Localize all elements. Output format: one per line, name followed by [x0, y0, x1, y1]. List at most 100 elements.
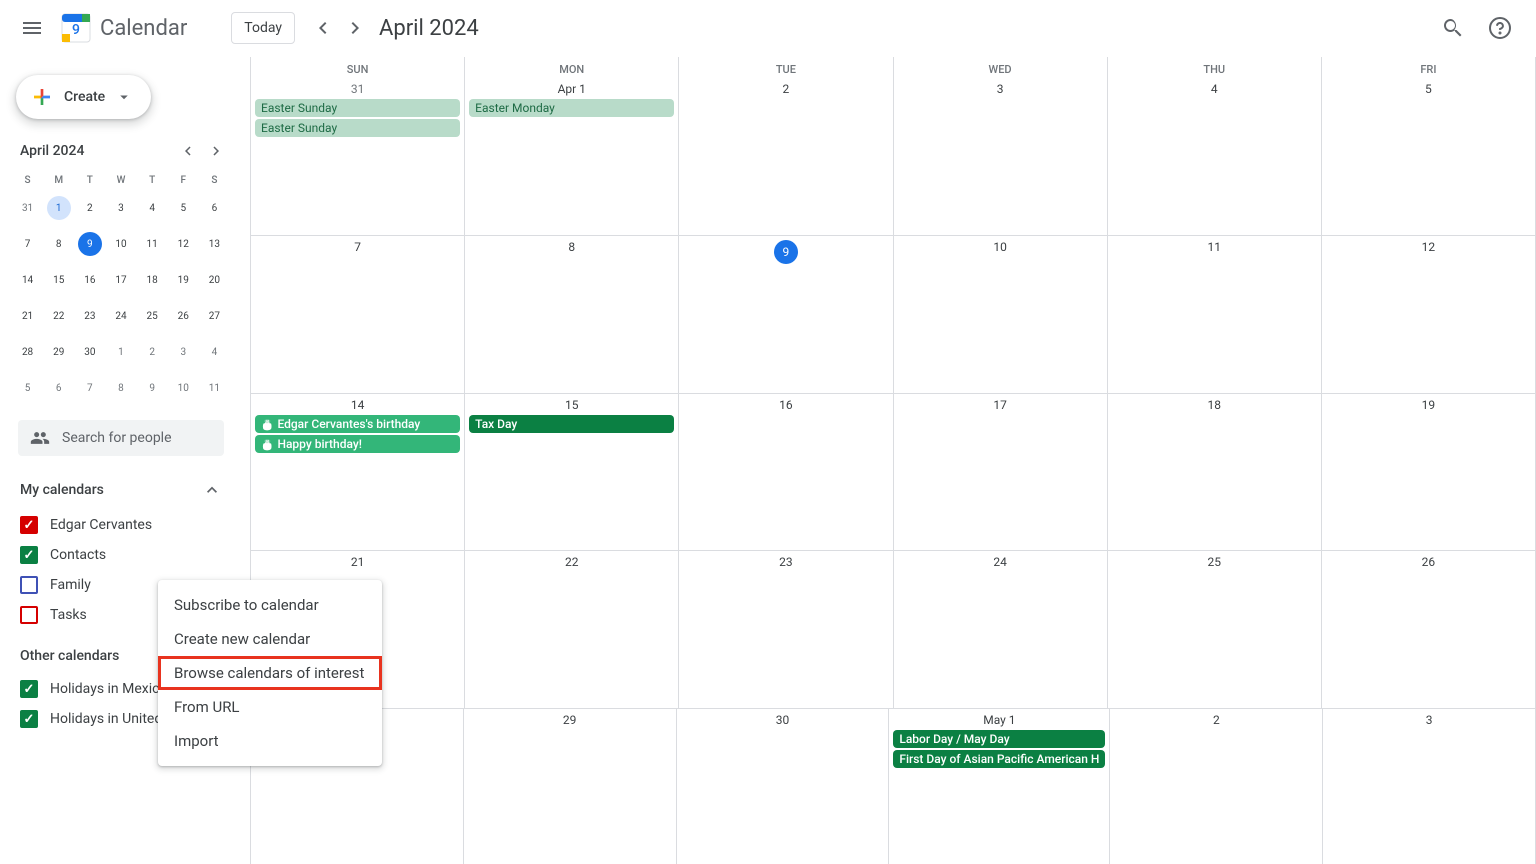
- day-cell[interactable]: May 1Labor Day / May DayFirst Day of Asi…: [889, 709, 1110, 864]
- day-cell[interactable]: 25: [1108, 551, 1322, 707]
- day-cell[interactable]: 3: [894, 78, 1108, 235]
- today-button[interactable]: Today: [231, 12, 295, 44]
- calendar-checkbox[interactable]: [20, 710, 38, 728]
- calendar-checkbox[interactable]: [20, 606, 38, 624]
- search-button[interactable]: [1432, 8, 1472, 48]
- mini-day-cell[interactable]: 3: [168, 334, 199, 370]
- day-cell[interactable]: 18: [1108, 394, 1322, 550]
- mini-day-cell[interactable]: 23: [74, 298, 105, 334]
- event-chip[interactable]: Easter Sunday: [255, 119, 460, 137]
- mini-day-cell[interactable]: 13: [199, 226, 230, 262]
- event-chip[interactable]: First Day of Asian Pacific American H: [893, 750, 1105, 768]
- mini-day-cell[interactable]: 24: [105, 298, 136, 334]
- menu-item[interactable]: Subscribe to calendar: [158, 588, 382, 622]
- mini-day-cell[interactable]: 19: [168, 262, 199, 298]
- calendar-checkbox[interactable]: [20, 576, 38, 594]
- menu-item[interactable]: From URL: [158, 690, 382, 724]
- mini-day-cell[interactable]: 11: [199, 370, 230, 406]
- mini-day-cell[interactable]: 28: [12, 334, 43, 370]
- day-cell[interactable]: 7: [251, 236, 465, 392]
- mini-day-cell[interactable]: 10: [105, 226, 136, 262]
- mini-day-cell[interactable]: 6: [199, 190, 230, 226]
- day-cell[interactable]: 14Edgar Cervantes's birthdayHappy birthd…: [251, 394, 465, 550]
- day-cell[interactable]: 31Easter SundayEaster Sunday: [251, 78, 465, 235]
- event-chip[interactable]: Easter Monday: [469, 99, 674, 117]
- create-button[interactable]: Create: [16, 75, 151, 119]
- day-cell[interactable]: 23: [679, 551, 893, 707]
- day-cell[interactable]: 2: [679, 78, 893, 235]
- mini-day-cell[interactable]: 8: [105, 370, 136, 406]
- menu-item[interactable]: Create new calendar: [158, 622, 382, 656]
- day-cell[interactable]: 15Tax Day: [465, 394, 679, 550]
- mini-day-cell[interactable]: 17: [105, 262, 136, 298]
- mini-day-cell[interactable]: 29: [43, 334, 74, 370]
- day-cell[interactable]: 5: [1322, 78, 1536, 235]
- mini-day-cell[interactable]: 31: [12, 190, 43, 226]
- mini-day-cell[interactable]: 2: [74, 190, 105, 226]
- mini-day-cell[interactable]: 18: [137, 262, 168, 298]
- mini-day-cell[interactable]: 22: [43, 298, 74, 334]
- help-button[interactable]: [1480, 8, 1520, 48]
- mini-day-cell[interactable]: 26: [168, 298, 199, 334]
- event-chip[interactable]: Edgar Cervantes's birthday: [255, 415, 460, 433]
- mini-day-cell[interactable]: 4: [137, 190, 168, 226]
- mini-day-cell[interactable]: 4: [199, 334, 230, 370]
- event-chip[interactable]: Happy birthday!: [255, 435, 460, 453]
- mini-day-cell[interactable]: 15: [43, 262, 74, 298]
- calendar-checkbox[interactable]: [20, 546, 38, 564]
- mini-day-cell[interactable]: 2: [137, 334, 168, 370]
- mini-day-cell[interactable]: 9: [74, 226, 105, 262]
- mini-day-cell[interactable]: 7: [74, 370, 105, 406]
- day-cell[interactable]: 16: [679, 394, 893, 550]
- mini-prev-button[interactable]: [176, 139, 200, 163]
- mini-day-cell[interactable]: 1: [105, 334, 136, 370]
- mini-day-cell[interactable]: 8: [43, 226, 74, 262]
- day-cell[interactable]: 9: [679, 236, 893, 392]
- day-cell[interactable]: 19: [1322, 394, 1536, 550]
- day-cell[interactable]: 2: [1110, 709, 1323, 864]
- day-cell[interactable]: 17: [894, 394, 1108, 550]
- day-cell[interactable]: 3: [1323, 709, 1536, 864]
- day-cell[interactable]: 12: [1322, 236, 1536, 392]
- day-cell[interactable]: 26: [1322, 551, 1536, 707]
- prev-month-button[interactable]: [307, 12, 339, 44]
- mini-day-cell[interactable]: 10: [168, 370, 199, 406]
- day-cell[interactable]: 10: [894, 236, 1108, 392]
- mini-day-cell[interactable]: 25: [137, 298, 168, 334]
- next-month-button[interactable]: [339, 12, 371, 44]
- mini-day-cell[interactable]: 21: [12, 298, 43, 334]
- mini-day-cell[interactable]: 20: [199, 262, 230, 298]
- mini-day-cell[interactable]: 11: [137, 226, 168, 262]
- day-cell[interactable]: Apr 1Easter Monday: [465, 78, 679, 235]
- mini-day-cell[interactable]: 12: [168, 226, 199, 262]
- mini-day-cell[interactable]: 16: [74, 262, 105, 298]
- event-chip[interactable]: Tax Day: [469, 415, 674, 433]
- mini-day-cell[interactable]: 5: [12, 370, 43, 406]
- day-cell[interactable]: 24: [894, 551, 1108, 707]
- day-cell[interactable]: 4: [1108, 78, 1322, 235]
- my-calendars-toggle[interactable]: My calendars: [12, 474, 230, 506]
- calendar-checkbox[interactable]: [20, 516, 38, 534]
- calendar-item[interactable]: Edgar Cervantes: [12, 510, 230, 540]
- calendar-item[interactable]: Contacts: [12, 540, 230, 570]
- mini-day-cell[interactable]: 3: [105, 190, 136, 226]
- day-cell[interactable]: 11: [1108, 236, 1322, 392]
- day-cell[interactable]: 22: [465, 551, 679, 707]
- day-cell[interactable]: 29: [464, 709, 677, 864]
- mini-day-cell[interactable]: 27: [199, 298, 230, 334]
- day-cell[interactable]: 8: [465, 236, 679, 392]
- menu-item[interactable]: Browse calendars of interest: [158, 656, 382, 690]
- mini-day-cell[interactable]: 30: [74, 334, 105, 370]
- event-chip[interactable]: Labor Day / May Day: [893, 730, 1105, 748]
- mini-day-cell[interactable]: 9: [137, 370, 168, 406]
- event-chip[interactable]: Easter Sunday: [255, 99, 460, 117]
- main-menu-button[interactable]: [8, 4, 56, 52]
- menu-item[interactable]: Import: [158, 724, 382, 758]
- day-cell[interactable]: 30: [677, 709, 890, 864]
- search-people-input[interactable]: Search for people: [18, 420, 224, 456]
- mini-next-button[interactable]: [204, 139, 228, 163]
- mini-day-cell[interactable]: 14: [12, 262, 43, 298]
- calendar-checkbox[interactable]: [20, 680, 38, 698]
- mini-day-cell[interactable]: 5: [168, 190, 199, 226]
- mini-day-cell[interactable]: 1: [43, 190, 74, 226]
